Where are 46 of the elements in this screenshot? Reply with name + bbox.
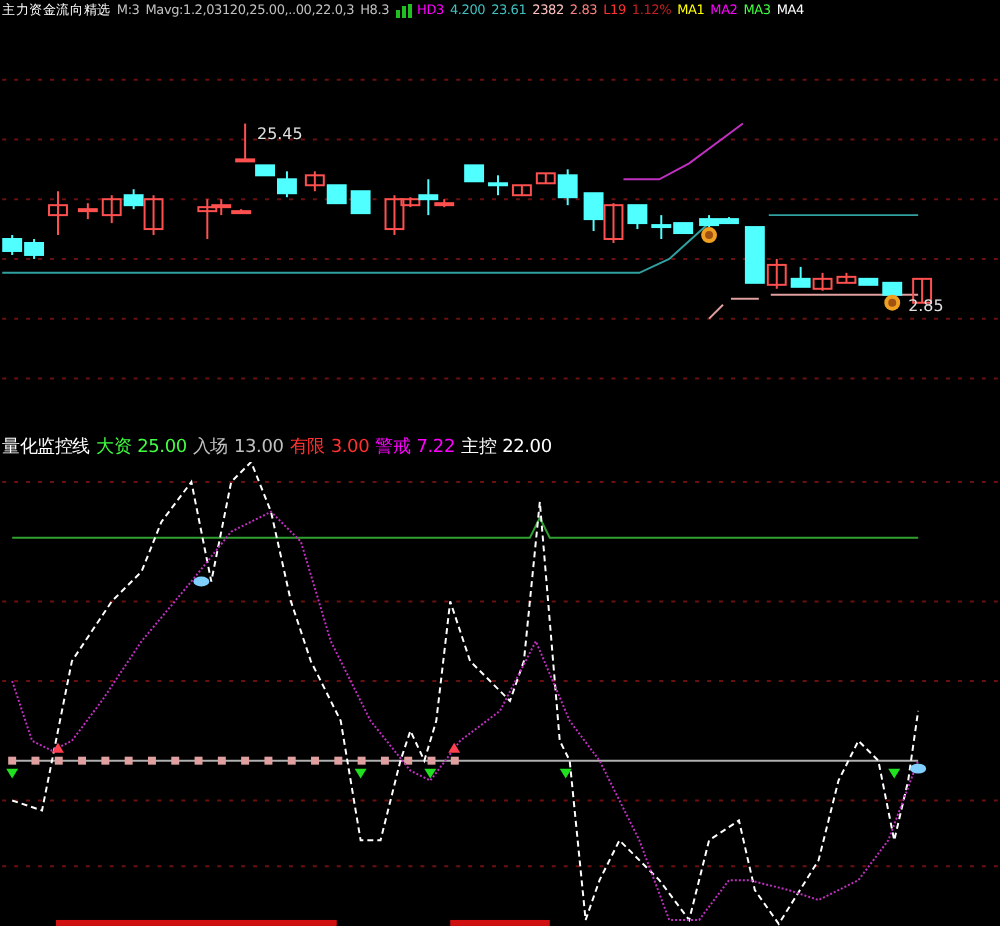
dot-icon [193,576,210,587]
moving-average-line [729,297,760,300]
indicator-value: 警戒 [375,438,411,459]
moving-average-line [622,122,744,181]
candlestick [24,238,45,260]
down-arrow-icon [6,768,19,779]
price-label: 2.85 [908,296,944,315]
coin-icon [884,294,901,311]
indicator-value: 有限 [289,438,325,459]
candlestick [304,170,325,193]
down-arrow-icon [354,768,367,779]
dot-icon [910,763,927,774]
candlestick [350,190,371,215]
candlestick [2,234,23,256]
price-label: 25.45 [257,125,303,144]
candlestick [812,271,833,292]
candlestick [627,204,648,231]
indicator-value: 主控 [460,438,497,459]
candlestick [464,164,485,183]
coin-icon [701,227,718,243]
moving-average-line [708,303,724,320]
indicator-value: 22.00 [502,438,552,459]
candlestick [101,194,122,225]
indicator-value: 13.00 [234,438,284,459]
indicator-value: 大资 [96,438,132,459]
indicator-title: 量化监控线 [2,438,91,459]
up-arrow-icon [52,742,64,753]
bar-drawing [450,920,550,926]
indicator-value: 3.00 [330,438,370,459]
indicator-value: 入场 [192,438,228,459]
candlestick [882,281,903,300]
candlestick [326,184,347,205]
down-arrow-icon [888,768,901,779]
candlestick [77,202,98,221]
candlestick [48,190,68,237]
candlestick [511,184,532,197]
candlestick [488,174,508,197]
down-arrow-icon [424,768,437,779]
up-arrow-icon [448,742,461,753]
down-arrow-icon [559,768,572,779]
candlestick [603,202,624,244]
candlestick [790,265,811,288]
indicator-value: 7.22 [416,438,455,459]
chart-icon [395,3,412,17]
indicator-value: 25.00 [137,438,187,459]
candlestick [583,192,604,233]
